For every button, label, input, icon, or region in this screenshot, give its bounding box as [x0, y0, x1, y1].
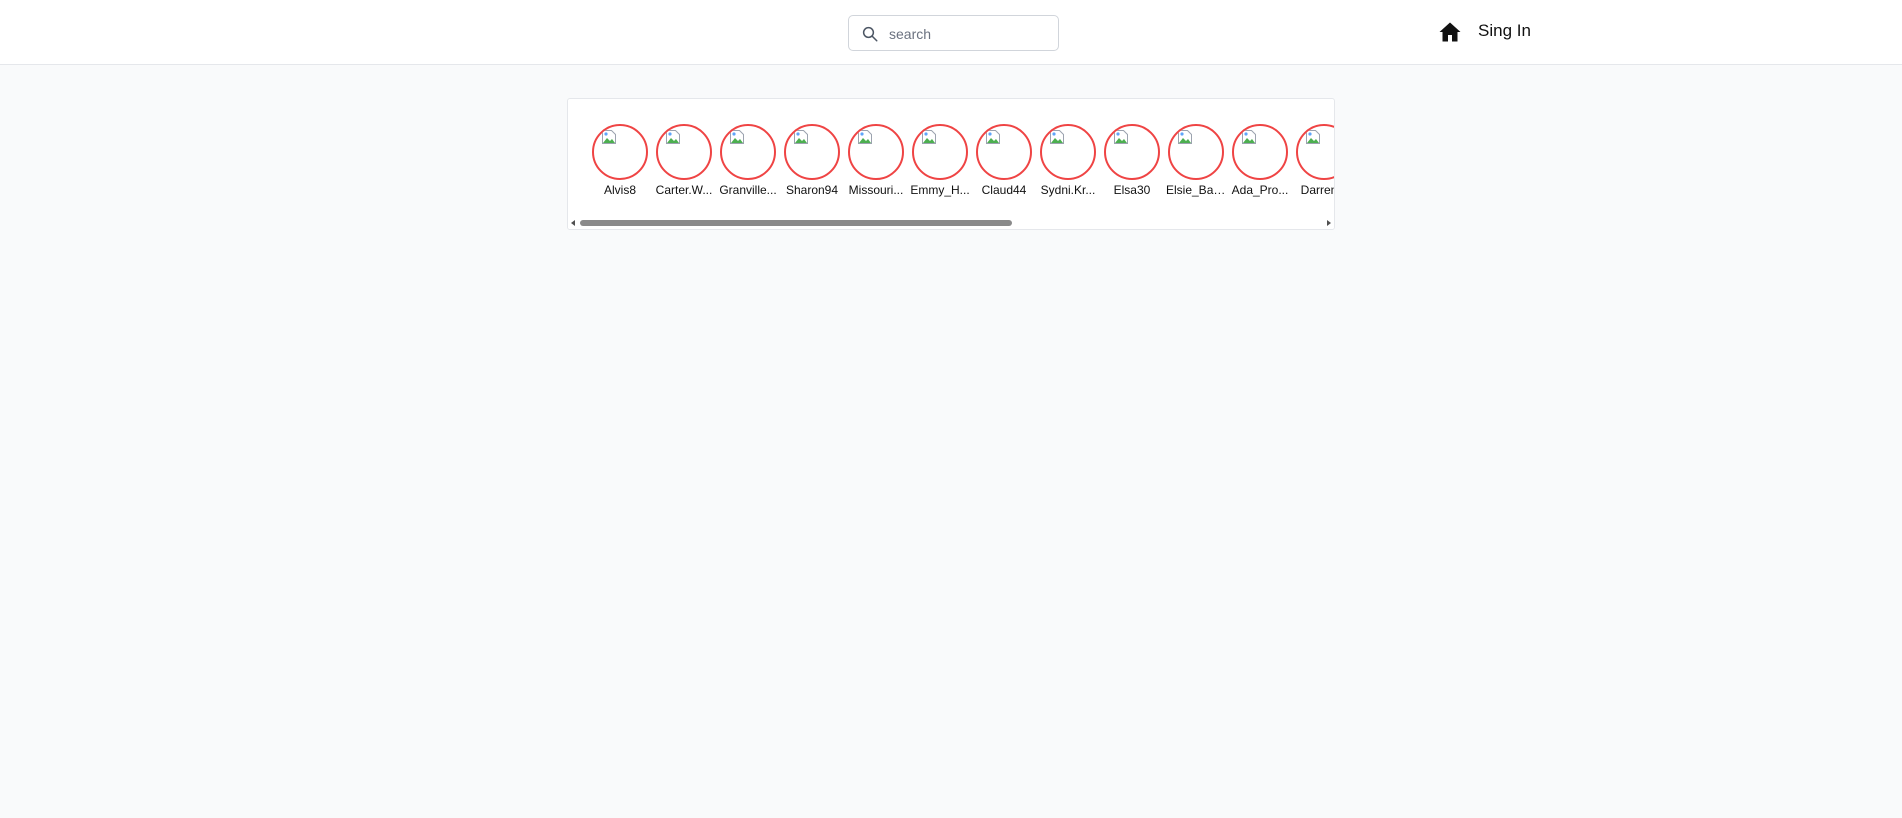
- story-avatar[interactable]: [1040, 124, 1096, 180]
- story-item[interactable]: Darren...: [1296, 124, 1334, 197]
- scroll-right-arrow-icon[interactable]: [1327, 220, 1331, 226]
- broken-image-icon: [1114, 130, 1128, 144]
- story-item[interactable]: Sharon94: [784, 124, 840, 197]
- story-avatar[interactable]: [912, 124, 968, 180]
- stories-carousel: Alvis8 Carter.W... Granville... Sharon94 Mis…: [567, 98, 1335, 230]
- sign-in-link[interactable]: Sing In: [1478, 21, 1531, 41]
- story-avatar[interactable]: [1168, 124, 1224, 180]
- story-username: Elsie_Bar...: [1166, 183, 1226, 197]
- broken-image-icon: [1178, 130, 1192, 144]
- story-username: Darren...: [1300, 183, 1334, 197]
- story-username: Alvis8: [603, 183, 636, 197]
- story-item[interactable]: Carter.W...: [656, 124, 712, 197]
- story-username: Claud44: [981, 183, 1027, 197]
- story-username: Sydni.Kr...: [1040, 183, 1096, 197]
- story-username: Ada_Pro...: [1231, 183, 1289, 197]
- horizontal-scrollbar[interactable]: [568, 217, 1334, 229]
- story-item[interactable]: Elsie_Bar...: [1166, 124, 1226, 197]
- story-username: Sharon94: [785, 183, 839, 197]
- broken-image-icon: [730, 130, 744, 144]
- search-input[interactable]: [889, 22, 1049, 46]
- broken-image-icon: [602, 130, 616, 144]
- story-username: Carter.W...: [655, 183, 713, 197]
- broken-image-icon: [922, 130, 936, 144]
- scroll-left-arrow-icon[interactable]: [571, 220, 575, 226]
- search-box[interactable]: [848, 15, 1059, 51]
- story-username: Granville...: [719, 183, 777, 197]
- story-item[interactable]: Claud44: [976, 124, 1032, 197]
- story-avatar[interactable]: [784, 124, 840, 180]
- stories-track: Alvis8 Carter.W... Granville... Sharon94 Mis…: [592, 124, 1334, 197]
- story-item[interactable]: Ada_Pro...: [1232, 124, 1288, 197]
- story-item[interactable]: Emmy_H...: [910, 124, 970, 197]
- broken-image-icon: [1050, 130, 1064, 144]
- story-avatar[interactable]: [592, 124, 648, 180]
- broken-image-icon: [794, 130, 808, 144]
- broken-image-icon: [1306, 130, 1320, 144]
- story-avatar[interactable]: [656, 124, 712, 180]
- story-item[interactable]: Elsa30: [1104, 124, 1160, 197]
- home-icon[interactable]: [1438, 20, 1462, 44]
- story-username: Elsa30: [1113, 183, 1151, 197]
- story-item[interactable]: Sydni.Kr...: [1040, 124, 1096, 197]
- story-avatar[interactable]: [848, 124, 904, 180]
- search-icon: [862, 26, 878, 42]
- story-item[interactable]: Granville...: [719, 124, 777, 197]
- broken-image-icon: [858, 130, 872, 144]
- story-avatar[interactable]: [1104, 124, 1160, 180]
- story-avatar[interactable]: [720, 124, 776, 180]
- story-avatar[interactable]: [1232, 124, 1288, 180]
- broken-image-icon: [986, 130, 1000, 144]
- broken-image-icon: [666, 130, 680, 144]
- story-item[interactable]: Missouri...: [848, 124, 904, 197]
- top-navbar: Sing In: [0, 0, 1902, 65]
- broken-image-icon: [1242, 130, 1256, 144]
- story-item[interactable]: Alvis8: [592, 124, 648, 197]
- scrollbar-thumb[interactable]: [580, 220, 1012, 226]
- story-avatar[interactable]: [1296, 124, 1334, 180]
- story-avatar[interactable]: [976, 124, 1032, 180]
- story-username: Missouri...: [848, 183, 904, 197]
- story-username: Emmy_H...: [910, 183, 970, 197]
